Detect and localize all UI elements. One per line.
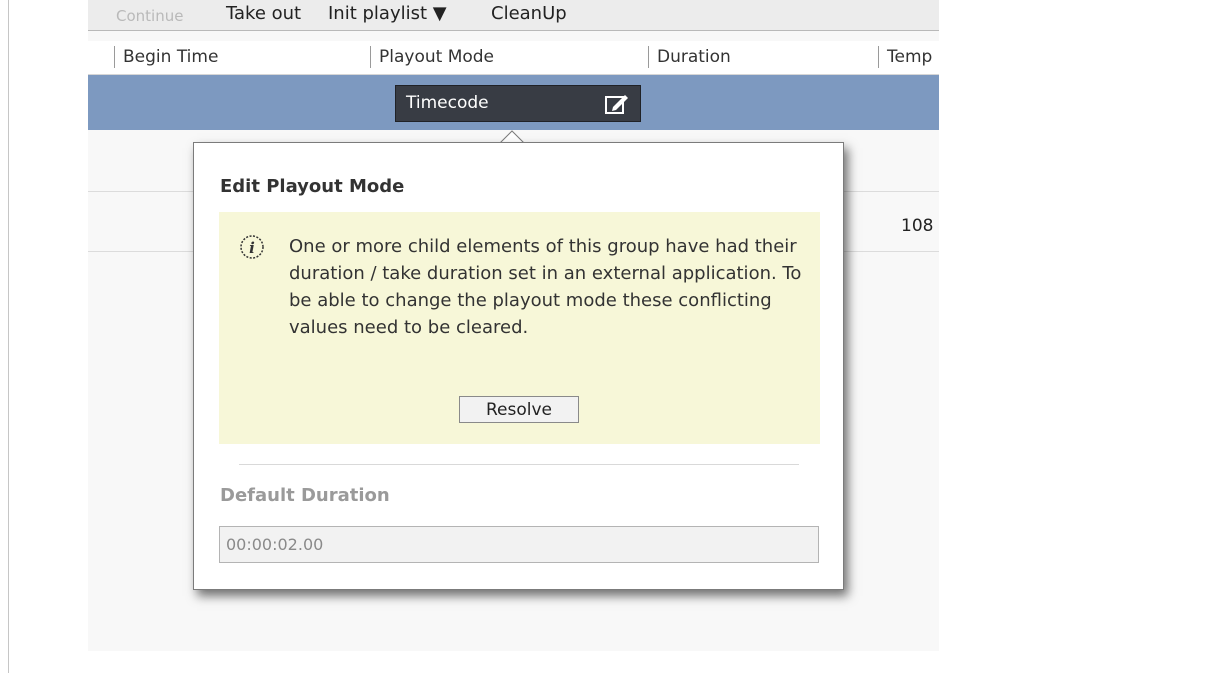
column-playout-mode[interactable]: Playout Mode bbox=[370, 46, 649, 68]
svg-text:i: i bbox=[249, 239, 255, 257]
warning-message: One or more child elements of this group… bbox=[289, 236, 802, 338]
selected-row[interactable]: Timecode bbox=[88, 75, 939, 130]
default-duration-label: Default Duration bbox=[220, 485, 390, 506]
take-out-button[interactable]: Take out bbox=[226, 3, 301, 25]
cleanup-button[interactable]: CleanUp bbox=[491, 3, 567, 25]
divider bbox=[239, 464, 799, 465]
row-temp-value: 108 bbox=[901, 216, 934, 236]
column-begin-time[interactable]: Begin Time bbox=[114, 46, 373, 68]
column-header: Begin Time Playout Mode Duration Temp bbox=[88, 41, 939, 75]
column-duration[interactable]: Duration bbox=[648, 46, 877, 68]
edit-playout-mode-popup: Edit Playout Mode i One or more child el… bbox=[193, 142, 844, 590]
init-playlist-dropdown[interactable]: Init playlist ▼ bbox=[328, 3, 447, 25]
resolve-button[interactable]: Resolve bbox=[459, 396, 579, 423]
screen: Continue Take out Init playlist ▼ CleanU… bbox=[0, 0, 1208, 673]
continue-button[interactable]: Continue bbox=[116, 5, 183, 27]
playout-mode-value: Timecode bbox=[406, 93, 489, 113]
popup-title: Edit Playout Mode bbox=[220, 176, 405, 197]
playout-mode-cell[interactable]: Timecode bbox=[395, 85, 641, 122]
edit-icon[interactable] bbox=[604, 92, 630, 116]
default-duration-field[interactable] bbox=[219, 526, 819, 563]
info-icon: i bbox=[240, 235, 264, 259]
toolbar: Continue Take out Init playlist ▼ CleanU… bbox=[88, 0, 939, 31]
column-temp[interactable]: Temp bbox=[878, 46, 939, 68]
popup-pointer bbox=[500, 130, 524, 143]
left-border bbox=[8, 0, 9, 673]
warning-box: i One or more child elements of this gro… bbox=[219, 212, 820, 444]
